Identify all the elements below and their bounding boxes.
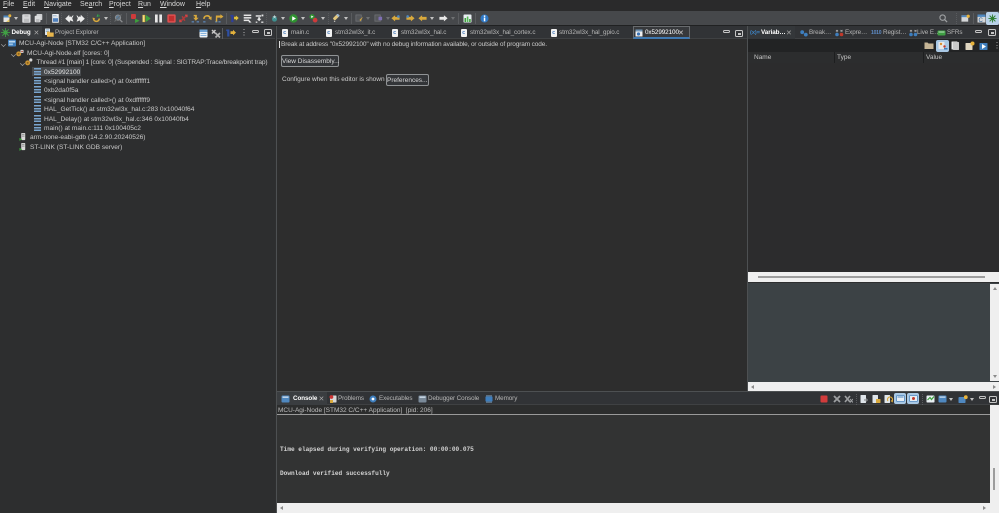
svg-text:C: C bbox=[979, 18, 984, 23]
